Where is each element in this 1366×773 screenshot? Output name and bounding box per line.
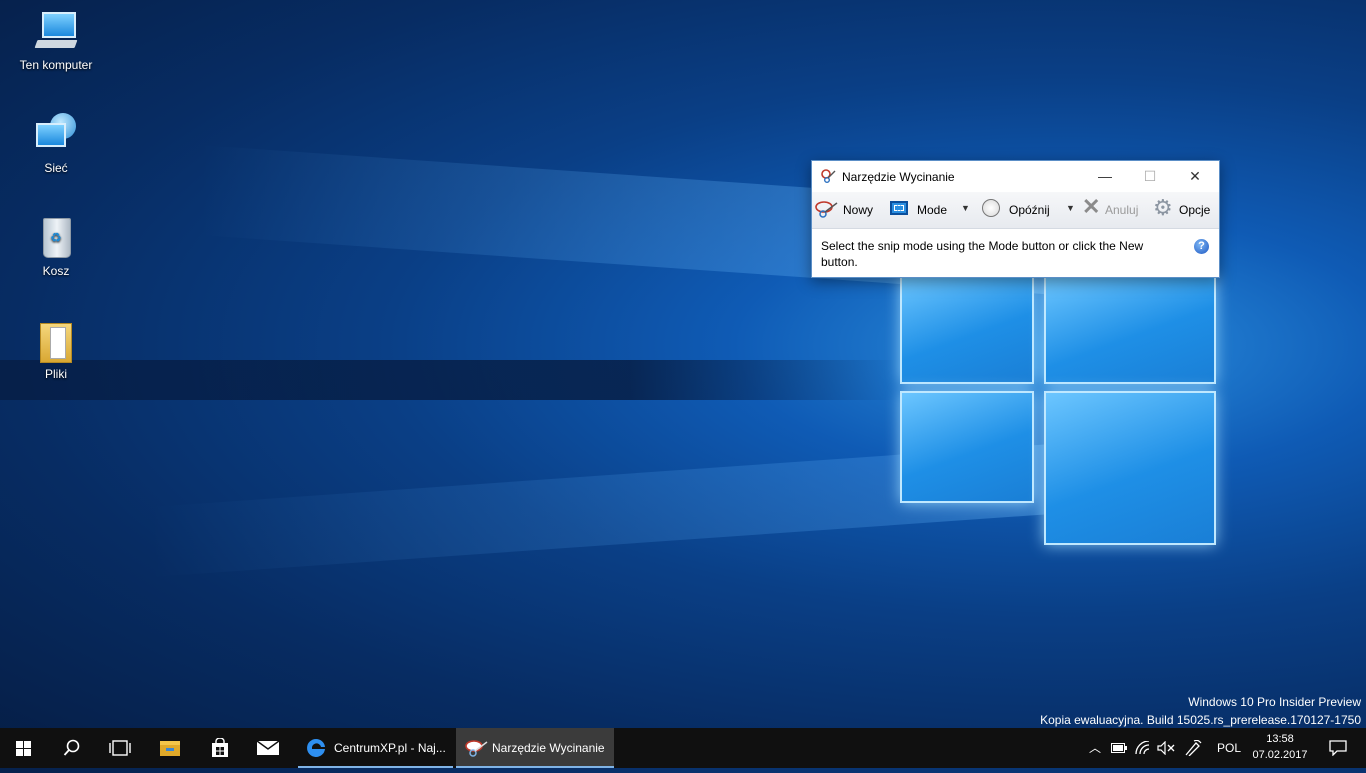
scissors-icon xyxy=(815,201,838,218)
store-button[interactable] xyxy=(196,728,244,768)
minimize-button[interactable]: — xyxy=(1082,161,1128,191)
clock-time: 13:58 xyxy=(1266,733,1294,745)
cancel-x-icon: ✕ xyxy=(1082,194,1101,219)
store-bag-icon xyxy=(212,737,228,757)
window-title: Narzędzie Wycinanie xyxy=(842,170,955,184)
options-label: Opcje xyxy=(1179,203,1211,217)
network-icon xyxy=(34,113,78,157)
search-button[interactable] xyxy=(48,728,96,768)
desktop-icon-label: Pliki xyxy=(44,367,67,381)
mail-button[interactable] xyxy=(244,728,292,768)
mail-icon xyxy=(256,740,280,755)
new-snip-label: Nowy xyxy=(843,203,874,217)
desktop-icon-label: Kosz xyxy=(42,264,70,278)
taskbar-app-edge[interactable]: CentrumXP.pl - Naj... xyxy=(298,728,453,768)
close-button[interactable]: ✕ xyxy=(1172,161,1218,191)
chevron-down-icon[interactable]: ▼ xyxy=(961,203,970,213)
build-watermark-line1: Windows 10 Pro Insider Preview xyxy=(1188,695,1361,709)
help-icon[interactable]: ? xyxy=(1194,239,1209,254)
taskbar-app-label: Narzędzie Wycinanie xyxy=(492,741,605,755)
mode-label: Mode xyxy=(917,203,948,217)
desktop-icon-this-pc[interactable]: Ten komputer xyxy=(14,10,98,72)
desktop-icon-recycle-bin[interactable]: ♻ Kosz xyxy=(14,216,98,278)
search-icon xyxy=(63,739,80,756)
chevron-down-icon[interactable]: ▼ xyxy=(1066,203,1075,213)
clock-icon xyxy=(982,199,1000,217)
cancel-button[interactable]: ✕ Anuluj xyxy=(1080,194,1150,222)
battery-icon[interactable] xyxy=(1108,728,1130,768)
maximize-button[interactable]: ☐ xyxy=(1127,161,1173,191)
rectangular-snip-icon xyxy=(890,201,908,215)
windows-logo-wallpaper xyxy=(900,275,1216,545)
delay-button[interactable]: Opóźnij ▼ xyxy=(981,198,1075,222)
taskbar: CentrumXP.pl - Naj... Narzędzie Wycinani… xyxy=(0,728,1366,768)
action-center-button[interactable] xyxy=(1318,728,1358,768)
windows-start-icon xyxy=(16,741,31,756)
desktop-icon-files[interactable]: Pliki xyxy=(14,319,98,381)
language-indicator[interactable]: POL xyxy=(1212,728,1246,768)
show-hidden-icons-chevron-up-icon[interactable]: ︿ xyxy=(1084,728,1106,768)
start-button[interactable] xyxy=(0,728,48,768)
wallpaper-shadow-band xyxy=(0,360,900,400)
mode-button[interactable]: Mode ▼ xyxy=(889,198,971,222)
taskbar-app-snipping-tool[interactable]: Narzędzie Wycinanie xyxy=(456,728,614,768)
scissors-icon xyxy=(465,740,488,757)
computer-icon xyxy=(34,10,78,54)
new-snip-button[interactable]: Nowy xyxy=(815,198,881,222)
delay-label: Opóźnij xyxy=(1009,203,1050,217)
task-view-button[interactable] xyxy=(96,728,144,768)
pen-workspace-icon[interactable] xyxy=(1182,728,1204,768)
title-bar[interactable]: Narzędzie Wycinanie — ☐ ✕ xyxy=(812,161,1219,191)
desktop-icon-network[interactable]: Sieć xyxy=(14,113,98,175)
gear-icon: ⚙ xyxy=(1153,195,1173,220)
task-view-icon xyxy=(109,740,131,756)
notification-icon xyxy=(1329,740,1347,757)
toolbar: Nowy Mode ▼ Opóźnij ▼ ✕ Anuluj ⚙ Opcje xyxy=(812,192,1219,229)
taskbar-app-label: CentrumXP.pl - Naj... xyxy=(334,741,446,755)
edge-browser-icon xyxy=(307,738,325,757)
instruction-text: Select the snip mode using the Mode butt… xyxy=(821,239,1144,269)
build-watermark-line2: Kopia ewaluacyjna. Build 15025.rs_prerel… xyxy=(1040,713,1361,727)
folder-icon xyxy=(34,319,78,363)
cancel-label: Anuluj xyxy=(1105,203,1139,217)
wifi-icon[interactable] xyxy=(1132,728,1154,768)
desktop-icon-label: Sieć xyxy=(44,161,68,175)
recycle-bin-icon: ♻ xyxy=(34,216,78,260)
clock[interactable]: 13:58 07.02.2017 xyxy=(1252,731,1308,763)
snipping-tool-window: Narzędzie Wycinanie — ☐ ✕ Nowy Mode ▼ Op… xyxy=(811,160,1220,278)
options-button[interactable]: ⚙ Opcje xyxy=(1152,195,1214,222)
folder-icon xyxy=(160,741,180,756)
file-explorer-button[interactable] xyxy=(146,728,194,768)
scissors-icon xyxy=(821,169,836,183)
volume-muted-icon[interactable] xyxy=(1155,728,1177,768)
desktop-icon-label: Ten komputer xyxy=(19,58,93,72)
clock-date: 07.02.2017 xyxy=(1252,749,1308,761)
